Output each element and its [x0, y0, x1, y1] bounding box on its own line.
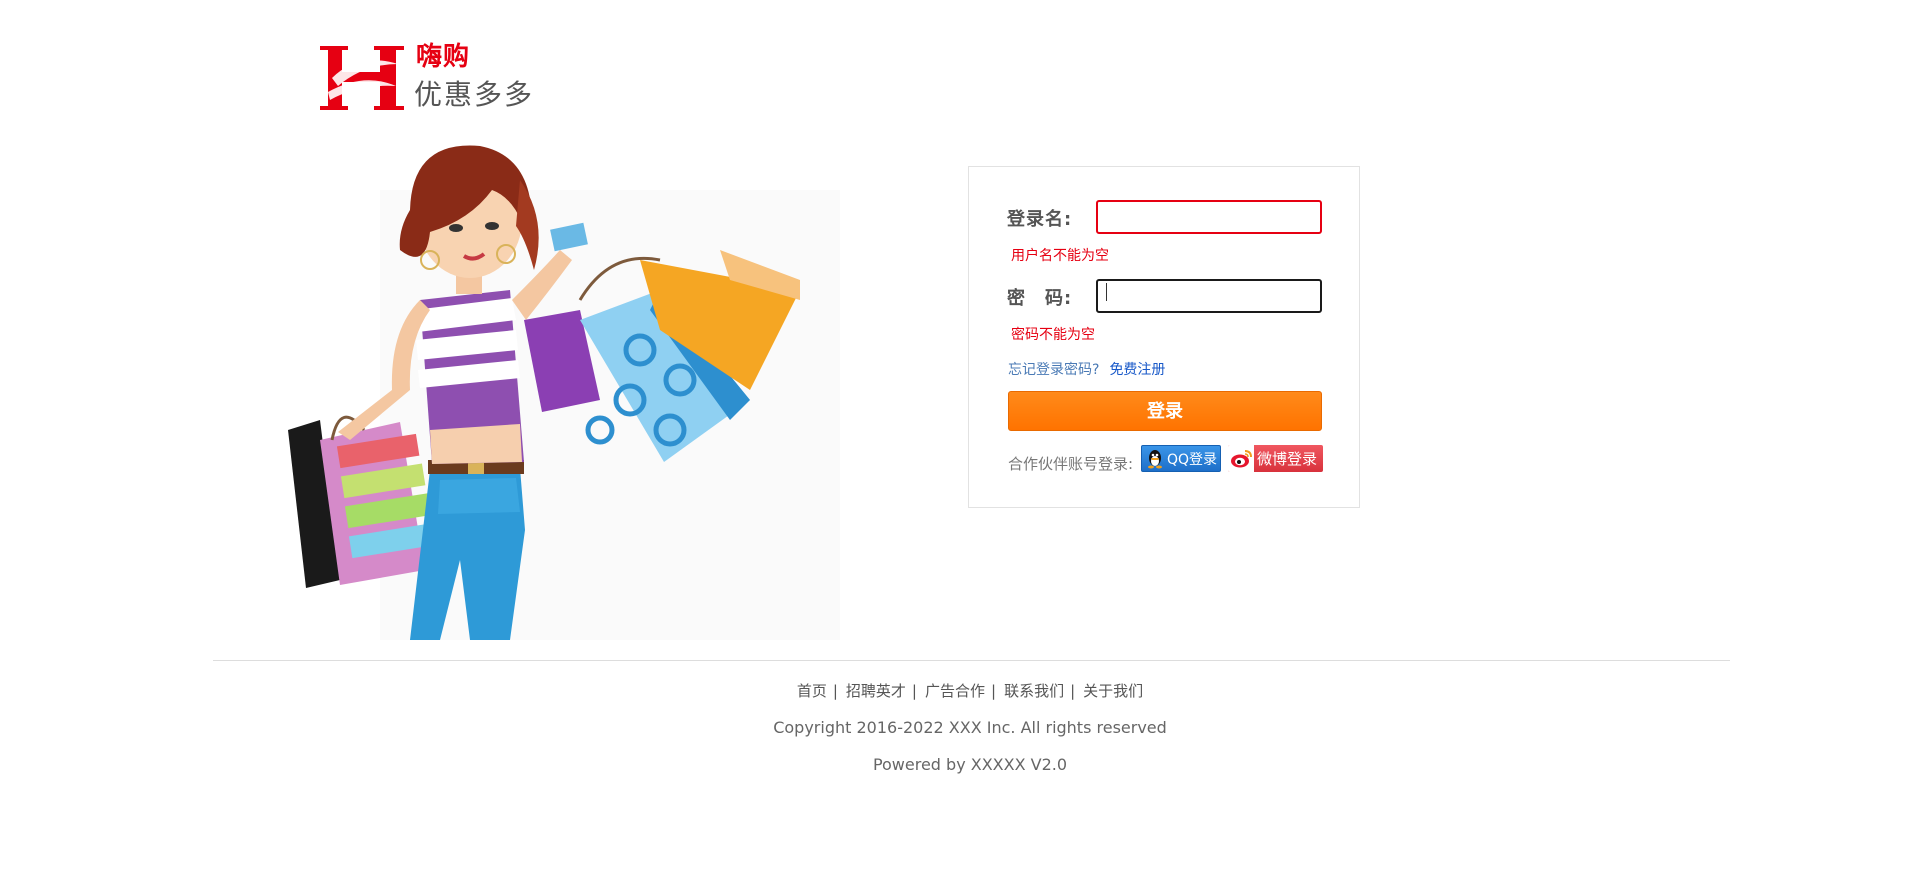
logo-h-icon — [320, 46, 404, 110]
password-input[interactable] — [1096, 279, 1322, 313]
footer-link-home[interactable]: 首页 — [797, 682, 827, 700]
password-label: 密 码: — [1007, 288, 1073, 309]
login-button[interactable]: 登录 — [1008, 391, 1322, 431]
footer-nav: 首页 | 招聘英才 | 广告合作 | 联系我们 | 关于我们 — [0, 680, 1920, 701]
text-caret — [1106, 283, 1107, 301]
forgot-password-link[interactable]: 忘记登录密码? — [1008, 362, 1099, 378]
footer-link-contact[interactable]: 联系我们 — [1004, 682, 1064, 700]
username-input[interactable] — [1096, 200, 1322, 234]
site-logo[interactable]: 嗨购 优惠多多 — [318, 40, 548, 120]
footer-link-advertising[interactable]: 广告合作 — [925, 682, 985, 700]
qq-login-label: QQ登录 — [1167, 451, 1218, 468]
weibo-eye-icon — [1228, 445, 1254, 472]
username-label: 登录名: — [1007, 209, 1073, 230]
register-link[interactable]: 免费注册 — [1109, 362, 1165, 378]
logo-slogan: 优惠多多 — [414, 78, 535, 111]
partner-login-label: 合作伙伴账号登录: — [1008, 455, 1134, 473]
qq-penguin-icon — [1148, 449, 1162, 468]
account-links: 忘记登录密码? 免费注册 — [1008, 359, 1165, 379]
footer-separator: | — [832, 682, 838, 700]
weibo-login-button[interactable]: 微博登录 — [1228, 445, 1323, 472]
footer-link-careers[interactable]: 招聘英才 — [846, 682, 906, 700]
footer-divider — [213, 660, 1730, 661]
footer-link-about[interactable]: 关于我们 — [1083, 682, 1143, 700]
login-form: 登录名: 用户名不能为空 密 码: 密码不能为空 忘记登录密码? 免费注册 登录 … — [968, 166, 1360, 508]
footer-separator: | — [991, 682, 997, 700]
footer-separator: | — [911, 682, 917, 700]
weibo-login-label: 微博登录 — [1257, 450, 1318, 468]
password-error: 密码不能为空 — [1011, 327, 1095, 343]
copyright-text: Copyright 2016-2022 XXX Inc. All rights … — [773, 718, 1167, 737]
logo-name: 嗨购 — [416, 42, 471, 72]
username-error: 用户名不能为空 — [1011, 248, 1109, 264]
powered-by-text: Powered by XXXXX V2.0 — [872, 755, 1068, 774]
footer-separator: | — [1070, 682, 1076, 700]
shopping-woman-illustration — [288, 145, 840, 640]
qq-login-button[interactable]: QQ登录 — [1141, 445, 1221, 472]
